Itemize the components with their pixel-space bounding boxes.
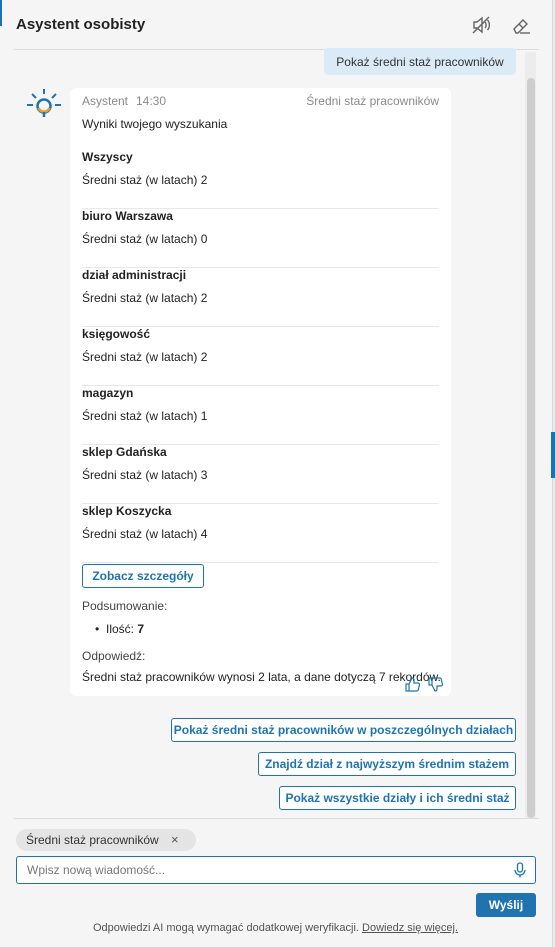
result-name: sklep Gdańska xyxy=(82,445,167,459)
result-name: biuro Warszawa xyxy=(82,209,173,223)
result-name: magazyn xyxy=(82,386,134,400)
result-item: sklep Koszycka Średni staż (w latach) 4 xyxy=(82,504,439,563)
summary-item-label: Ilość: xyxy=(106,622,135,636)
suggestion-button[interactable]: Znajdź dział z najwyższym średnim stażem xyxy=(258,752,516,776)
result-value: Średni staż (w latach) 2 xyxy=(82,350,208,364)
learn-more-link[interactable]: Dowiedz się więcej. xyxy=(362,922,458,934)
message-topic: Średni staż pracowników xyxy=(306,94,439,108)
summary-item: • Ilość: 7 xyxy=(95,622,145,636)
side-tab-handle[interactable] xyxy=(551,432,555,478)
details-button[interactable]: Zobacz szczegóły xyxy=(82,564,204,588)
result-item: magazyn Średni staż (w latach) 1 xyxy=(82,386,439,445)
window-edge-accent xyxy=(0,0,2,26)
assistant-panel: Asystent osobisty Pokaż średni staż prac… xyxy=(0,0,553,947)
context-chip-label: Średni staż pracowników xyxy=(26,833,159,847)
results-intro: Wyniki twojego wyszukania xyxy=(82,117,228,131)
close-icon[interactable]: × xyxy=(171,832,179,847)
assistant-lightbulb-icon xyxy=(26,88,62,118)
message-input[interactable] xyxy=(25,860,505,880)
answer-text: Średni staż pracowników wynosi 2 lata, a… xyxy=(82,670,441,684)
panel-header: Asystent osobisty xyxy=(0,0,553,50)
speaker-muted-icon[interactable] xyxy=(470,14,492,36)
thumbs-down-icon[interactable] xyxy=(427,676,444,693)
result-name: dział administracji xyxy=(82,268,187,282)
suggestion-button[interactable]: Pokaż wszystkie działy i ich średni staż xyxy=(279,786,516,810)
result-name: księgowość xyxy=(82,327,151,341)
result-value: Średni staż (w latach) 3 xyxy=(82,468,208,482)
answer-label: Odpowiedź: xyxy=(82,649,146,663)
result-item: sklep Gdańska Średni staż (w latach) 3 xyxy=(82,445,439,504)
summary-label: Podsumowanie: xyxy=(82,599,168,613)
eraser-icon[interactable] xyxy=(510,14,532,36)
result-name: sklep Koszycka xyxy=(82,504,172,518)
result-item: księgowość Średni staż (w latach) 2 xyxy=(82,327,439,386)
send-button[interactable]: Wyślij xyxy=(476,893,536,917)
result-value: Średni staż (w latach) 2 xyxy=(82,173,208,187)
suggestion-button[interactable]: Pokaż średni staż pracowników w poszczeg… xyxy=(171,718,516,742)
message-author: Asystent xyxy=(82,94,129,108)
summary-item-value: 7 xyxy=(137,622,145,636)
panel-title: Asystent osobisty xyxy=(16,16,146,33)
scrollbar-thumb[interactable] xyxy=(527,78,535,818)
bullet-icon: • xyxy=(95,622,100,636)
result-value: Średni staż (w latach) 2 xyxy=(82,291,208,305)
user-message-bubble: Pokaż średni staż pracowników xyxy=(324,48,516,75)
composer-divider xyxy=(14,818,539,819)
result-item: dział administracji Średni staż (w latac… xyxy=(82,268,439,327)
thumbs-up-icon[interactable] xyxy=(404,676,421,693)
disclaimer-text: Odpowiedzi AI mogą wymagać dodatkowej we… xyxy=(93,922,359,934)
result-value: Średni staż (w latach) 0 xyxy=(82,232,208,246)
message-time: 14:30 xyxy=(136,94,167,108)
result-value: Średni staż (w latach) 1 xyxy=(82,409,208,423)
result-value: Średni staż (w latach) 4 xyxy=(82,527,208,541)
message-input-box xyxy=(16,856,536,884)
result-name: Wszyscy xyxy=(82,150,133,164)
assistant-message-card: Asystent 14:30 Średni staż pracowników W… xyxy=(70,88,451,696)
result-item: Wszyscy Średni staż (w latach) 2 xyxy=(82,150,439,209)
microphone-icon[interactable] xyxy=(511,861,529,879)
ai-disclaimer: Odpowiedzi AI mogą wymagać dodatkowej we… xyxy=(93,922,458,934)
context-chip: Średni staż pracowników × xyxy=(16,829,196,851)
result-item: biuro Warszawa Średni staż (w latach) 0 xyxy=(82,209,439,268)
